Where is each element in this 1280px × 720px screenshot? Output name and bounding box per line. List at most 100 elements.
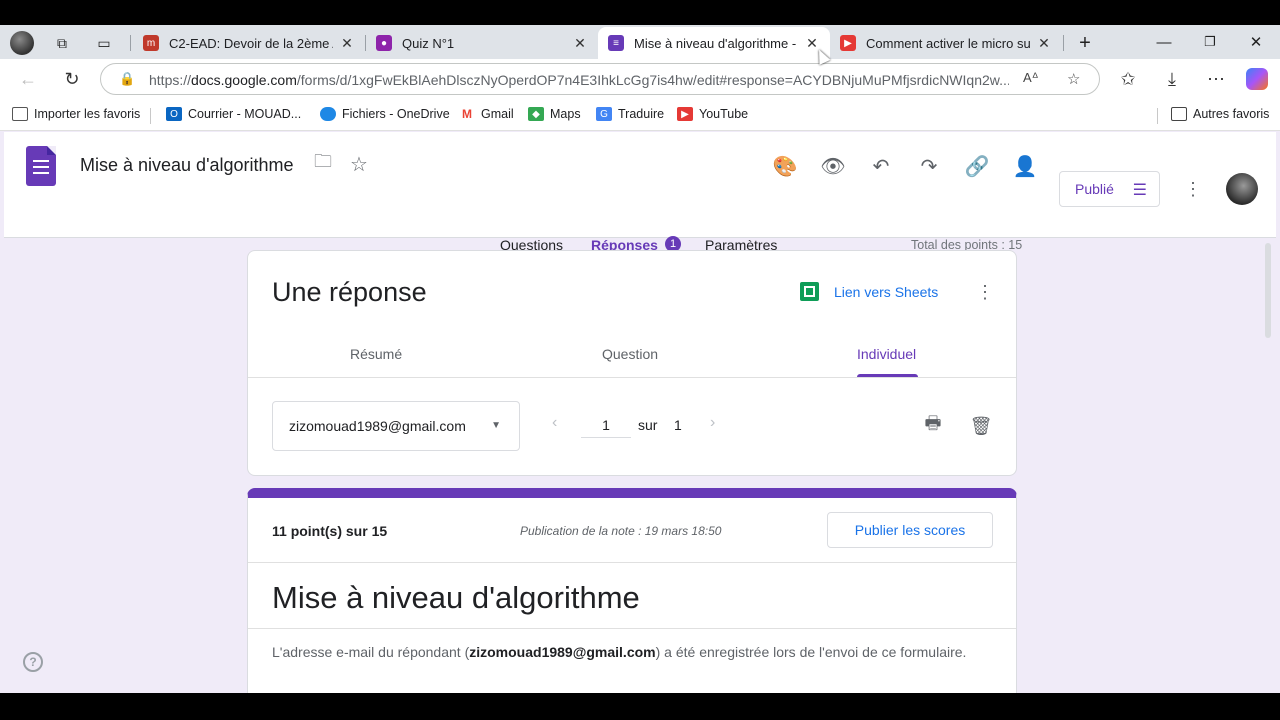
grade-publication-note: Publication de la note : 19 mars 18:50: [520, 524, 722, 538]
bookmark-youtube[interactable]: ▶ YouTube: [677, 107, 748, 121]
bookmark-separator: [1157, 108, 1158, 124]
add-collaborator-icon[interactable]: 👤: [1011, 152, 1039, 180]
url-domain: docs.google.com: [191, 72, 297, 88]
preview-eye-icon[interactable]: 👁: [819, 152, 847, 180]
folder-icon[interactable]: 🗀: [309, 150, 337, 178]
import-icon: [12, 107, 28, 121]
outlook-icon: O: [166, 107, 182, 121]
more-options-icon[interactable]: ⋮: [1183, 177, 1203, 201]
sheets-link-label: Lien vers Sheets: [834, 283, 939, 300]
tab-title: Comment activer le micro sur PC: [866, 35, 1030, 51]
bookmark-import[interactable]: Importer les favoris: [12, 107, 140, 121]
address-bar[interactable]: 🔒 https://docs.google.com/forms/d/1xgFwE…: [100, 63, 1100, 95]
copilot-icon[interactable]: [1246, 68, 1268, 90]
workspaces-icon[interactable]: ⧉: [52, 33, 72, 53]
respondent-select[interactable]: zizomouad1989@gmail.com ▼: [272, 401, 520, 451]
navigation-bar: ← ↻ 🔒 https://docs.google.com/forms/d/1x…: [0, 59, 1280, 99]
url-prefix: https://: [149, 72, 192, 88]
tab-strip: ⧉ ▭ m C2-EAD: Devoir de la 2ème Activ ✕ …: [0, 25, 1280, 59]
new-tab-icon[interactable]: +: [1075, 32, 1095, 54]
page-number-input[interactable]: 1: [581, 414, 631, 438]
link-to-sheets-button[interactable]: Lien vers Sheets: [800, 282, 938, 301]
tab-separator: [130, 35, 131, 51]
forms-icon: ≡: [608, 35, 624, 51]
read-aloud-icon[interactable]: Aᐞ: [1023, 70, 1039, 86]
divider: [248, 377, 1016, 378]
refresh-icon[interactable]: ↻: [60, 67, 84, 91]
scrollbar[interactable]: [1265, 243, 1271, 338]
tab-moodle-devoir[interactable]: m C2-EAD: Devoir de la 2ème Activ ✕: [133, 27, 365, 59]
bookmark-outlook[interactable]: O Courrier - MOUAD...: [166, 107, 301, 121]
tab-actions-icon[interactable]: ▭: [94, 33, 114, 53]
onedrive-icon: [320, 107, 336, 121]
star-icon[interactable]: ☆: [345, 150, 373, 178]
bookmark-label: Importer les favoris: [34, 107, 141, 121]
account-avatar[interactable]: [1226, 173, 1258, 205]
delete-icon[interactable]: 🗑: [969, 414, 993, 438]
publish-settings-icon: ☰: [1132, 182, 1147, 199]
tab-separator: [1063, 35, 1064, 51]
classroom-icon: ●: [376, 35, 392, 51]
forms-header: Mise à niveau d'algorithme 🗀 ☆ 🎨 👁 ↶ ↷ 🔗…: [4, 132, 1276, 262]
respondent-email: zizomouad1989@gmail.com: [289, 418, 466, 434]
download-icon[interactable]: ⤓: [1160, 67, 1184, 91]
moodle-icon: m: [143, 35, 159, 51]
redo-icon[interactable]: ↷: [915, 152, 943, 180]
restore-icon[interactable]: ❐: [1199, 31, 1221, 53]
google-forms-logo[interactable]: [26, 146, 56, 186]
previous-response-icon[interactable]: ‹: [552, 414, 557, 432]
bookmark-gmail[interactable]: M Gmail: [459, 107, 514, 121]
lock-icon[interactable]: 🔒: [119, 71, 135, 87]
subtab-question[interactable]: Question: [602, 346, 658, 362]
letterbox-bottom: [0, 693, 1280, 720]
back-icon[interactable]: ←: [16, 67, 40, 91]
divider: [248, 628, 1016, 629]
undo-icon[interactable]: ↶: [867, 152, 895, 180]
palette-icon[interactable]: 🎨: [771, 152, 799, 180]
form-title[interactable]: Mise à niveau d'algorithme: [80, 155, 294, 176]
close-icon[interactable]: ✕: [572, 35, 588, 52]
next-response-icon[interactable]: ›: [710, 414, 715, 432]
close-window-icon[interactable]: ✕: [1245, 31, 1267, 53]
subtab-individual[interactable]: Individuel: [857, 346, 916, 362]
page-total: 1: [674, 417, 682, 433]
score-text: 11 point(s) sur 15: [272, 523, 388, 539]
note-email: zizomouad1989@gmail.com: [469, 644, 656, 660]
profile-avatar-icon[interactable]: [10, 31, 34, 55]
subtab-summary[interactable]: Résumé: [350, 346, 402, 362]
tab-title: C2-EAD: Devoir de la 2ème Activ: [169, 35, 333, 51]
bookmark-maps[interactable]: ◆ Maps: [528, 107, 581, 121]
bookmark-translate[interactable]: G Traduire: [596, 107, 664, 121]
link-icon[interactable]: 🔗: [963, 152, 991, 180]
bookmark-separator: [150, 108, 151, 124]
bookmark-label: Traduire: [618, 107, 665, 121]
responses-more-icon[interactable]: ⋮: [975, 280, 995, 304]
tab-title: Quiz N°1: [402, 35, 455, 51]
favorites-icon[interactable]: ✩: [1116, 67, 1140, 91]
print-icon[interactable]: 🖶: [921, 413, 945, 438]
tab-forms-active[interactable]: ≡ Mise à niveau d'algorithme - Go ✕: [598, 27, 830, 59]
bookmark-other-folder[interactable]: Autres favoris: [1171, 107, 1269, 121]
bookmark-label: Gmail: [481, 107, 514, 121]
browser-window: ⧉ ▭ m C2-EAD: Devoir de la 2ème Activ ✕ …: [0, 25, 1280, 693]
close-icon[interactable]: ✕: [339, 35, 355, 52]
divider: [248, 562, 1016, 563]
email-recorded-note: L'adresse e-mail du répondant (zizomouad…: [272, 644, 966, 660]
maps-icon: ◆: [528, 107, 544, 121]
publish-scores-button[interactable]: Publier les scores: [827, 512, 993, 548]
note-text: ) a été enregistrée lors de l'envoi de c…: [655, 644, 967, 660]
help-icon[interactable]: ?: [23, 652, 43, 672]
tab-youtube[interactable]: ▶ Comment activer le micro sur PC ✕: [830, 27, 1062, 59]
bookmark-label: Autres favoris: [1193, 107, 1270, 121]
minimize-icon[interactable]: —: [1153, 31, 1175, 53]
translate-icon: G: [596, 107, 612, 121]
favorite-star-icon[interactable]: ☆: [1067, 70, 1080, 88]
tab-quiz[interactable]: ● Quiz N°1 ✕: [366, 27, 598, 59]
bookmark-onedrive[interactable]: Fichiers - OneDrive: [320, 107, 450, 121]
published-button[interactable]: Publié ☰: [1059, 171, 1160, 207]
youtube-icon: ▶: [840, 35, 856, 51]
bookmark-label: Maps: [550, 107, 581, 121]
close-icon[interactable]: ✕: [1036, 35, 1052, 52]
url-text[interactable]: https://docs.google.com/forms/d/1xgFwEkB…: [149, 72, 1009, 88]
more-menu-icon[interactable]: ⋯: [1204, 67, 1228, 91]
